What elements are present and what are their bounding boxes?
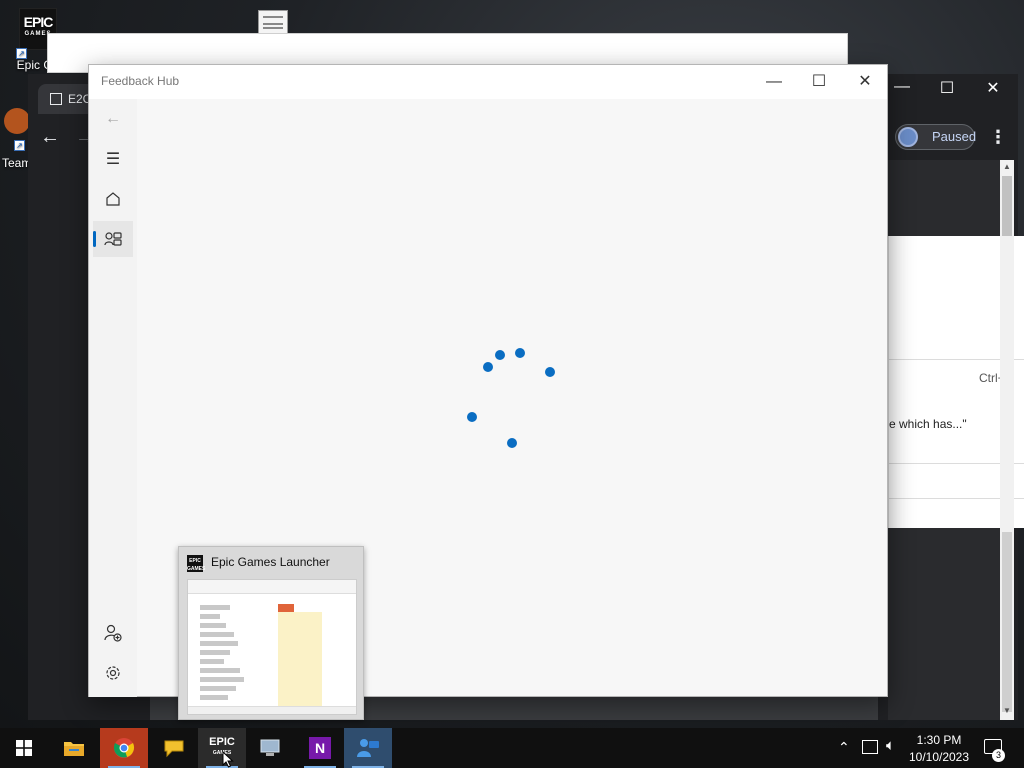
add-person-icon: [104, 624, 122, 642]
back-arrow-icon: ←: [105, 110, 121, 127]
loading-spinner-dot: [467, 412, 477, 422]
window-title: Feedback Hub: [101, 74, 180, 88]
windows-logo-icon: [16, 740, 32, 756]
close-button[interactable]: ✕: [854, 71, 876, 93]
museum-icon: [50, 93, 62, 105]
epic-logo-text: EPIC: [23, 14, 54, 30]
nav-home[interactable]: [93, 181, 133, 217]
search-menu-item[interactable]: e which has...": [889, 417, 967, 431]
gear-icon: [106, 666, 120, 680]
feedback-hub-app-icon: [357, 739, 379, 757]
home-icon: [106, 192, 120, 206]
settings-button[interactable]: [93, 655, 133, 691]
back-button[interactable]: ←: [93, 101, 133, 137]
chrome-scrollbar[interactable]: ▲ ▼: [1000, 160, 1014, 720]
scroll-thumb-lower[interactable]: [1002, 532, 1012, 712]
document-icon[interactable]: [258, 10, 288, 34]
scroll-up-icon[interactable]: ▲: [1002, 162, 1012, 172]
loading-spinner-dot: [495, 350, 505, 360]
chat-bubble-icon: [164, 740, 184, 758]
preview-image: [187, 579, 357, 715]
scroll-thumb[interactable]: [1002, 176, 1012, 236]
active-indicator: [93, 231, 96, 247]
remote-desktop-icon: [260, 739, 280, 756]
teams-app-icon: [4, 108, 30, 134]
profile-avatar-icon: [898, 127, 918, 147]
profile-paused-button[interactable]: Paused: [895, 124, 977, 150]
folder-icon: [64, 742, 84, 756]
shortcut-arrow-icon: ↗: [14, 140, 25, 151]
chrome-icon: [113, 738, 135, 758]
hamburger-menu-icon: ☰: [105, 151, 121, 168]
notification-count-badge: 3: [992, 749, 1005, 762]
taskbar: EPIC GAMES N ⌃ 🔈︎ 1:30 PM 10/10/2023: [0, 728, 1024, 768]
epic-games-taskbar-preview[interactable]: EPIC GAMES Epic Games Launcher: [178, 546, 364, 720]
chrome-minimize-button[interactable]: —: [890, 78, 914, 96]
chrome-back-button[interactable]: ←: [40, 126, 60, 149]
taskbar-file-explorer[interactable]: [50, 728, 98, 768]
clock-time[interactable]: 1:30 PM: [906, 733, 972, 747]
chrome-close-button[interactable]: ✕: [981, 78, 1005, 98]
start-button[interactable]: [0, 728, 48, 768]
desktop-icon-teams[interactable]: ↗ Team: [0, 108, 32, 170]
epic-games-icon: EPIC GAMES: [187, 555, 205, 572]
hamburger-menu-button[interactable]: ☰: [93, 141, 133, 177]
scroll-down-icon[interactable]: ▼: [1002, 706, 1012, 716]
add-account-button[interactable]: [93, 615, 133, 651]
chrome-menu-icon[interactable]: ⋮: [989, 127, 1007, 148]
nav-feedback[interactable]: [93, 221, 133, 257]
feedback-icon: [104, 232, 122, 246]
profile-status-label: Paused: [932, 129, 977, 144]
mouse-cursor-icon: [222, 751, 234, 768]
taskbar-feedback-hub[interactable]: [344, 728, 392, 768]
maximize-button[interactable]: ☐: [808, 71, 830, 93]
chrome-maximize-button[interactable]: ☐: [935, 78, 959, 98]
preview-title: Epic Games Launcher: [211, 555, 330, 569]
desktop-icon-label: Team: [2, 156, 32, 170]
feedback-hub-titlebar: Feedback Hub — ☐ ✕: [89, 65, 887, 99]
taskbar-remote-app[interactable]: [246, 728, 294, 768]
clock-date[interactable]: 10/10/2023: [906, 750, 972, 764]
loading-spinner-dot: [515, 348, 525, 358]
taskbar-chrome[interactable]: [100, 728, 148, 768]
onenote-icon: N: [309, 737, 331, 759]
minimize-button[interactable]: —: [763, 71, 785, 93]
taskbar-onenote[interactable]: N: [296, 728, 344, 768]
loading-spinner-dot: [483, 362, 493, 372]
tray-overflow-icon[interactable]: ⌃: [838, 739, 850, 756]
network-icon[interactable]: [862, 740, 878, 754]
feedback-hub-nav: ← ☰: [89, 99, 137, 697]
volume-icon[interactable]: 🔈︎: [886, 737, 895, 754]
loading-spinner-dot: [507, 438, 517, 448]
taskbar-messaging[interactable]: [150, 728, 198, 768]
loading-spinner-dot: [545, 367, 555, 377]
shortcut-arrow-icon: ↗: [16, 48, 27, 59]
